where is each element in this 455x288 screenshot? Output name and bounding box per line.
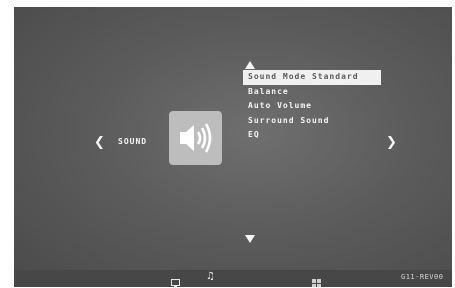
speaker-icon — [169, 111, 222, 165]
photo-frame: ❮ SOUND Sound Mode Standard Balance Auto… — [0, 0, 455, 288]
menu-item-surround-sound[interactable]: Surround Sound — [243, 114, 381, 129]
model-label: G11-REV00 — [401, 273, 444, 281]
bottom-bar: ♫ G11-REV00 — [14, 270, 452, 287]
tv-icon[interactable] — [171, 273, 180, 287]
menu-item-balance[interactable]: Balance — [243, 85, 381, 100]
chevron-right-icon[interactable]: ❯ — [386, 135, 397, 150]
sound-menu: Sound Mode Standard Balance Auto Volume … — [243, 70, 381, 143]
category-label: SOUND — [118, 137, 148, 146]
triangle-down-icon[interactable] — [245, 235, 255, 243]
triangle-up-icon[interactable] — [245, 61, 255, 69]
menu-item-auto-volume[interactable]: Auto Volume — [243, 99, 381, 114]
speaker-icon-graphic — [180, 123, 212, 153]
menu-item-sound-mode[interactable]: Sound Mode Standard — [243, 70, 381, 85]
tv-screen: ❮ SOUND Sound Mode Standard Balance Auto… — [14, 7, 452, 287]
music-note-icon[interactable]: ♫ — [206, 271, 215, 282]
grid-icon[interactable] — [312, 273, 321, 287]
menu-item-eq[interactable]: EQ — [243, 128, 381, 143]
chevron-left-icon[interactable]: ❮ — [94, 135, 105, 150]
